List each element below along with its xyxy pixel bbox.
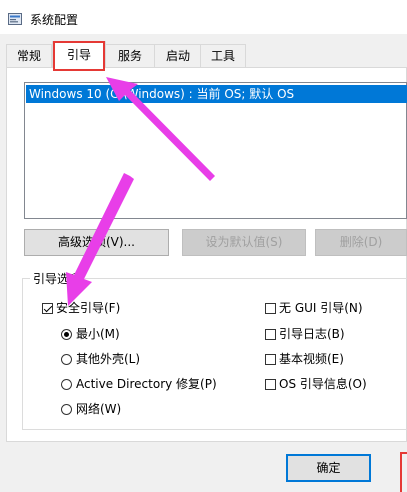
base-video-checkbox[interactable]: 基本视频(E)	[265, 351, 344, 367]
msconfig-app-icon	[8, 13, 22, 25]
no-gui-boot-label: 无 GUI 引导(N)	[279, 301, 363, 315]
boot-entries-list[interactable]: Windows 10 (C:\Windows) : 当前 OS; 默认 OS	[24, 82, 407, 219]
system-configuration-window: 系统配置 常规 引导 服务 启动 工具 Windows 10 (C:\Windo…	[0, 0, 407, 492]
safe-boot-checkbox[interactable]: 安全引导(F)	[42, 300, 120, 316]
safe-boot-check-box[interactable]	[42, 303, 53, 314]
tab-startup-label: 启动	[165, 49, 190, 63]
minimal-label: 最小(M)	[76, 327, 120, 341]
os-boot-information-check-box[interactable]	[265, 379, 276, 390]
os-boot-information-label: OS 引导信息(O)	[279, 377, 367, 391]
os-boot-information-checkbox[interactable]: OS 引导信息(O)	[265, 376, 367, 392]
boot-log-label: 引导日志(B)	[279, 327, 345, 341]
delete-button[interactable]: 删除(D)	[315, 229, 407, 256]
base-video-label: 基本视频(E)	[279, 352, 344, 366]
tab-services-label: 服务	[117, 49, 142, 63]
active-directory-repair-radio-button[interactable]	[61, 379, 72, 390]
tab-general-label: 常规	[16, 49, 41, 63]
boot-log-check-box[interactable]	[265, 329, 276, 340]
base-video-check-box[interactable]	[265, 354, 276, 365]
boot-options-legend: 引导选项	[30, 270, 85, 287]
tab-startup[interactable]: 启动	[154, 44, 202, 67]
no-gui-boot-check-box[interactable]	[265, 303, 276, 314]
title-bar: 系统配置	[0, 4, 407, 34]
tab-tools-label: 工具	[210, 49, 235, 63]
no-gui-boot-checkbox[interactable]: 无 GUI 引导(N)	[265, 300, 363, 316]
boot-tab-highlight-box	[53, 41, 105, 71]
alternate-shell-label: 其他外壳(L)	[76, 352, 141, 366]
minimal-radio[interactable]: 最小(M)	[61, 326, 120, 342]
active-directory-repair-radio[interactable]: Active Directory 修复(P)	[61, 376, 217, 392]
alternate-shell-radio-button[interactable]	[61, 354, 72, 365]
active-directory-repair-label: Active Directory 修复(P)	[76, 377, 217, 391]
alternate-shell-radio[interactable]: 其他外壳(L)	[61, 351, 140, 367]
tab-tools[interactable]: 工具	[200, 44, 246, 67]
tab-general[interactable]: 常规	[6, 44, 52, 67]
safe-boot-label: 安全引导(F)	[56, 301, 121, 315]
cancel-button-highlight-edge	[400, 452, 407, 492]
window-title: 系统配置	[30, 13, 79, 27]
minimal-radio-button[interactable]	[61, 329, 72, 340]
set-as-default-button[interactable]: 设为默认值(S)	[182, 229, 306, 256]
advanced-options-button[interactable]: 高级选项(V)...	[24, 229, 169, 256]
tab-services[interactable]: 服务	[104, 44, 156, 67]
boot-log-checkbox[interactable]: 引导日志(B)	[265, 326, 345, 342]
network-label: 网络(W)	[76, 402, 122, 416]
ok-button[interactable]: 确定	[286, 454, 371, 482]
boot-entry-windows-10[interactable]: Windows 10 (C:\Windows) : 当前 OS; 默认 OS	[26, 85, 407, 103]
network-radio[interactable]: 网络(W)	[61, 401, 121, 417]
network-radio-button[interactable]	[61, 404, 72, 415]
